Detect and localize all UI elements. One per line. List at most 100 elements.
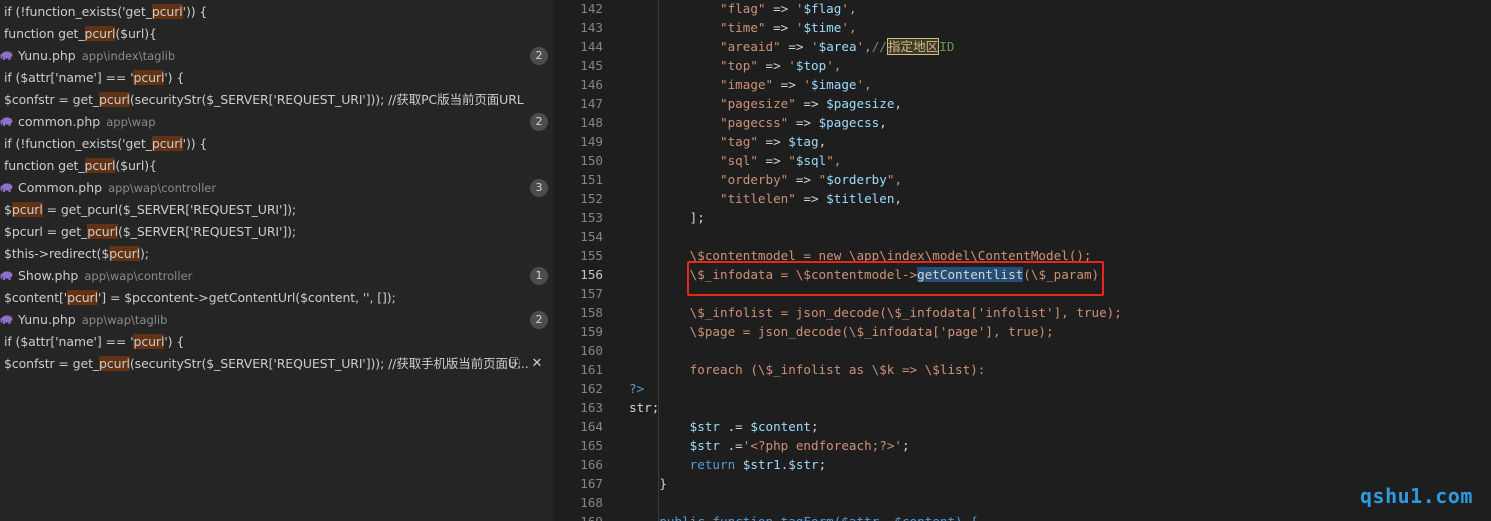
code-text: "areaid" => '$area',//指定地区ID — [720, 38, 955, 55]
match-text: $confstr = get_pcurl(securityStr($_SERVE… — [4, 356, 529, 371]
line-number: 149 — [580, 134, 603, 149]
replace-icon[interactable]: ⎘ — [508, 355, 522, 373]
code-text: "top" => '$top', — [720, 58, 842, 73]
code-line[interactable]: 168 — [553, 493, 1491, 512]
code-line[interactable]: 166 return $str1.$str; — [553, 455, 1491, 474]
match-highlight: pcurl — [99, 356, 130, 371]
code-text: return $str1.$str; — [689, 457, 827, 472]
search-file-row[interactable]: Common.php app\wap\controller 3 — [0, 177, 553, 199]
line-number: 142 — [580, 1, 603, 16]
line-number: 164 — [580, 419, 603, 434]
search-match-row[interactable]: if ($attr['name'] == 'pcurl') { — [0, 67, 553, 89]
search-match-row[interactable]: $pcurl = get_pcurl($_SERVER['REQUEST_URI… — [0, 221, 553, 243]
code-text: $str .= $content; — [689, 419, 819, 434]
code-line[interactable]: 153 ]; — [553, 208, 1491, 227]
line-number: 162 — [580, 381, 603, 396]
match-highlight: pcurl — [133, 334, 165, 349]
search-file-row[interactable]: Yunu.php app\index\taglib 2 — [0, 45, 553, 67]
match-highlight: pcurl — [151, 4, 183, 19]
match-text: $content['pcurl'] = $pccontent->getConte… — [4, 290, 396, 305]
match-count-badge: 1 — [530, 267, 548, 285]
code-line[interactable]: 167 } — [553, 474, 1491, 493]
file-name: Common.php app\wap\controller — [18, 179, 216, 197]
code-line[interactable]: 148 "pagecss" => $pagecss, — [553, 113, 1491, 132]
code-line[interactable]: 163 str; — [553, 398, 1491, 417]
php-elephant-icon — [0, 271, 13, 280]
search-match-row[interactable]: if (!function_exists('get_pcurl')) { — [0, 1, 553, 23]
code-line[interactable]: 142 "flag" => '$flag', — [553, 0, 1491, 18]
code-text: "pagecss" => $pagecss, — [720, 115, 887, 130]
match-text: if ($attr['name'] == 'pcurl') { — [4, 70, 185, 85]
line-number: 153 — [580, 210, 603, 225]
line-number: 160 — [580, 343, 603, 358]
code-line[interactable]: 164 $str .= $content; — [553, 417, 1491, 436]
file-path: app\index\taglib — [81, 49, 176, 63]
code-text: str; — [629, 400, 660, 415]
line-number: 158 — [580, 305, 603, 320]
code-text: $str .='<?php endforeach;?>'; — [689, 438, 910, 453]
code-text: \$_infolist = json_decode(\$_infodata['i… — [629, 305, 1122, 320]
match-count-badge: 2 — [530, 47, 548, 65]
search-match-row[interactable]: $this->redirect($pcurl); — [0, 243, 553, 265]
search-match-row[interactable]: if ($attr['name'] == 'pcurl') { — [0, 331, 553, 353]
code-line[interactable]: 143 "time" => '$time', — [553, 18, 1491, 37]
line-number: 144 — [580, 39, 603, 54]
line-number: 152 — [580, 191, 603, 206]
line-number: 159 — [580, 324, 603, 339]
match-text: function get_pcurl($url){ — [4, 26, 157, 41]
line-number: 165 — [580, 438, 603, 453]
search-match-row[interactable]: function get_pcurl($url){ — [0, 155, 553, 177]
file-name: common.php app\wap — [18, 113, 156, 131]
close-icon[interactable]: ✕ — [530, 355, 544, 373]
search-file-row[interactable]: Yunu.php app\wap\taglib 2 — [0, 309, 553, 331]
line-number: 148 — [580, 115, 603, 130]
file-path: app\wap\taglib — [81, 313, 168, 327]
code-line[interactable]: 144 "areaid" => '$area',//指定地区ID — [553, 37, 1491, 56]
line-number: 145 — [580, 58, 603, 73]
line-number: 147 — [580, 96, 603, 111]
code-line[interactable]: 154 — [553, 227, 1491, 246]
code-line[interactable]: 169 public function tagForm($attr, $cont… — [553, 512, 1491, 521]
code-text: "flag" => '$flag', — [720, 1, 857, 16]
code-text: "orderby" => "$orderby", — [720, 172, 903, 187]
code-text: \$page = json_decode(\$_infodata['page']… — [629, 324, 1054, 339]
search-match-row[interactable]: if (!function_exists('get_pcurl')) { — [0, 133, 553, 155]
code-line[interactable]: 147 "pagesize" => $pagesize, — [553, 94, 1491, 113]
code-line[interactable]: 165 $str .='<?php endforeach;?>'; — [553, 436, 1491, 455]
code-line[interactable]: 161 foreach (\$_infolist as \$k => \$lis… — [553, 360, 1491, 379]
match-text: $confstr = get_pcurl(securityStr($_SERVE… — [4, 92, 524, 107]
match-count-badge: 2 — [530, 113, 548, 131]
code-text: "titlelen" => $titlelen, — [720, 191, 903, 206]
code-line[interactable]: 159 \$page = json_decode(\$_infodata['pa… — [553, 322, 1491, 341]
match-highlight: pcurl — [99, 92, 130, 107]
search-file-row[interactable]: Show.php app\wap\controller 1 — [0, 265, 553, 287]
code-text: } — [629, 476, 667, 491]
search-match-row[interactable]: $confstr = get_pcurl(securityStr($_SERVE… — [0, 353, 553, 375]
search-match-row[interactable]: $pcurl = get_pcurl($_SERVER['REQUEST_URI… — [0, 199, 553, 221]
line-number: 156 — [580, 267, 603, 282]
match-text: if ($attr['name'] == 'pcurl') { — [4, 334, 185, 349]
code-text: "image" => '$image', — [720, 77, 872, 92]
code-line[interactable]: 149 "tag" => $tag, — [553, 132, 1491, 151]
match-count-badge: 2 — [530, 311, 548, 329]
code-line[interactable]: 158 \$_infolist = json_decode(\$_infodat… — [553, 303, 1491, 322]
code-line[interactable]: 160 — [553, 341, 1491, 360]
search-match-row[interactable]: $content['pcurl'] = $pccontent->getConte… — [0, 287, 553, 309]
match-text: $pcurl = get_pcurl($_SERVER['REQUEST_URI… — [4, 202, 297, 217]
match-highlight: pcurl — [133, 70, 165, 85]
code-line[interactable]: 151 "orderby" => "$orderby", — [553, 170, 1491, 189]
code-line[interactable]: 152 "titlelen" => $titlelen, — [553, 189, 1491, 208]
search-match-row[interactable]: function get_pcurl($url){ — [0, 23, 553, 45]
line-number: 163 — [580, 400, 603, 415]
watermark: qshu1.com — [1360, 484, 1473, 508]
code-text: "time" => '$time', — [720, 20, 857, 35]
code-line[interactable]: 145 "top" => '$top', — [553, 56, 1491, 75]
line-number: 157 — [580, 286, 603, 301]
code-line[interactable]: 150 "sql" => "$sql", — [553, 151, 1491, 170]
code-line[interactable]: 146 "image" => '$image', — [553, 75, 1491, 94]
search-file-row[interactable]: common.php app\wap 2 — [0, 111, 553, 133]
match-highlight: pcurl — [84, 26, 116, 41]
search-match-row[interactable]: $confstr = get_pcurl(securityStr($_SERVE… — [0, 89, 553, 111]
match-highlight: pcurl — [84, 158, 116, 173]
code-line[interactable]: 162 ?> — [553, 379, 1491, 398]
